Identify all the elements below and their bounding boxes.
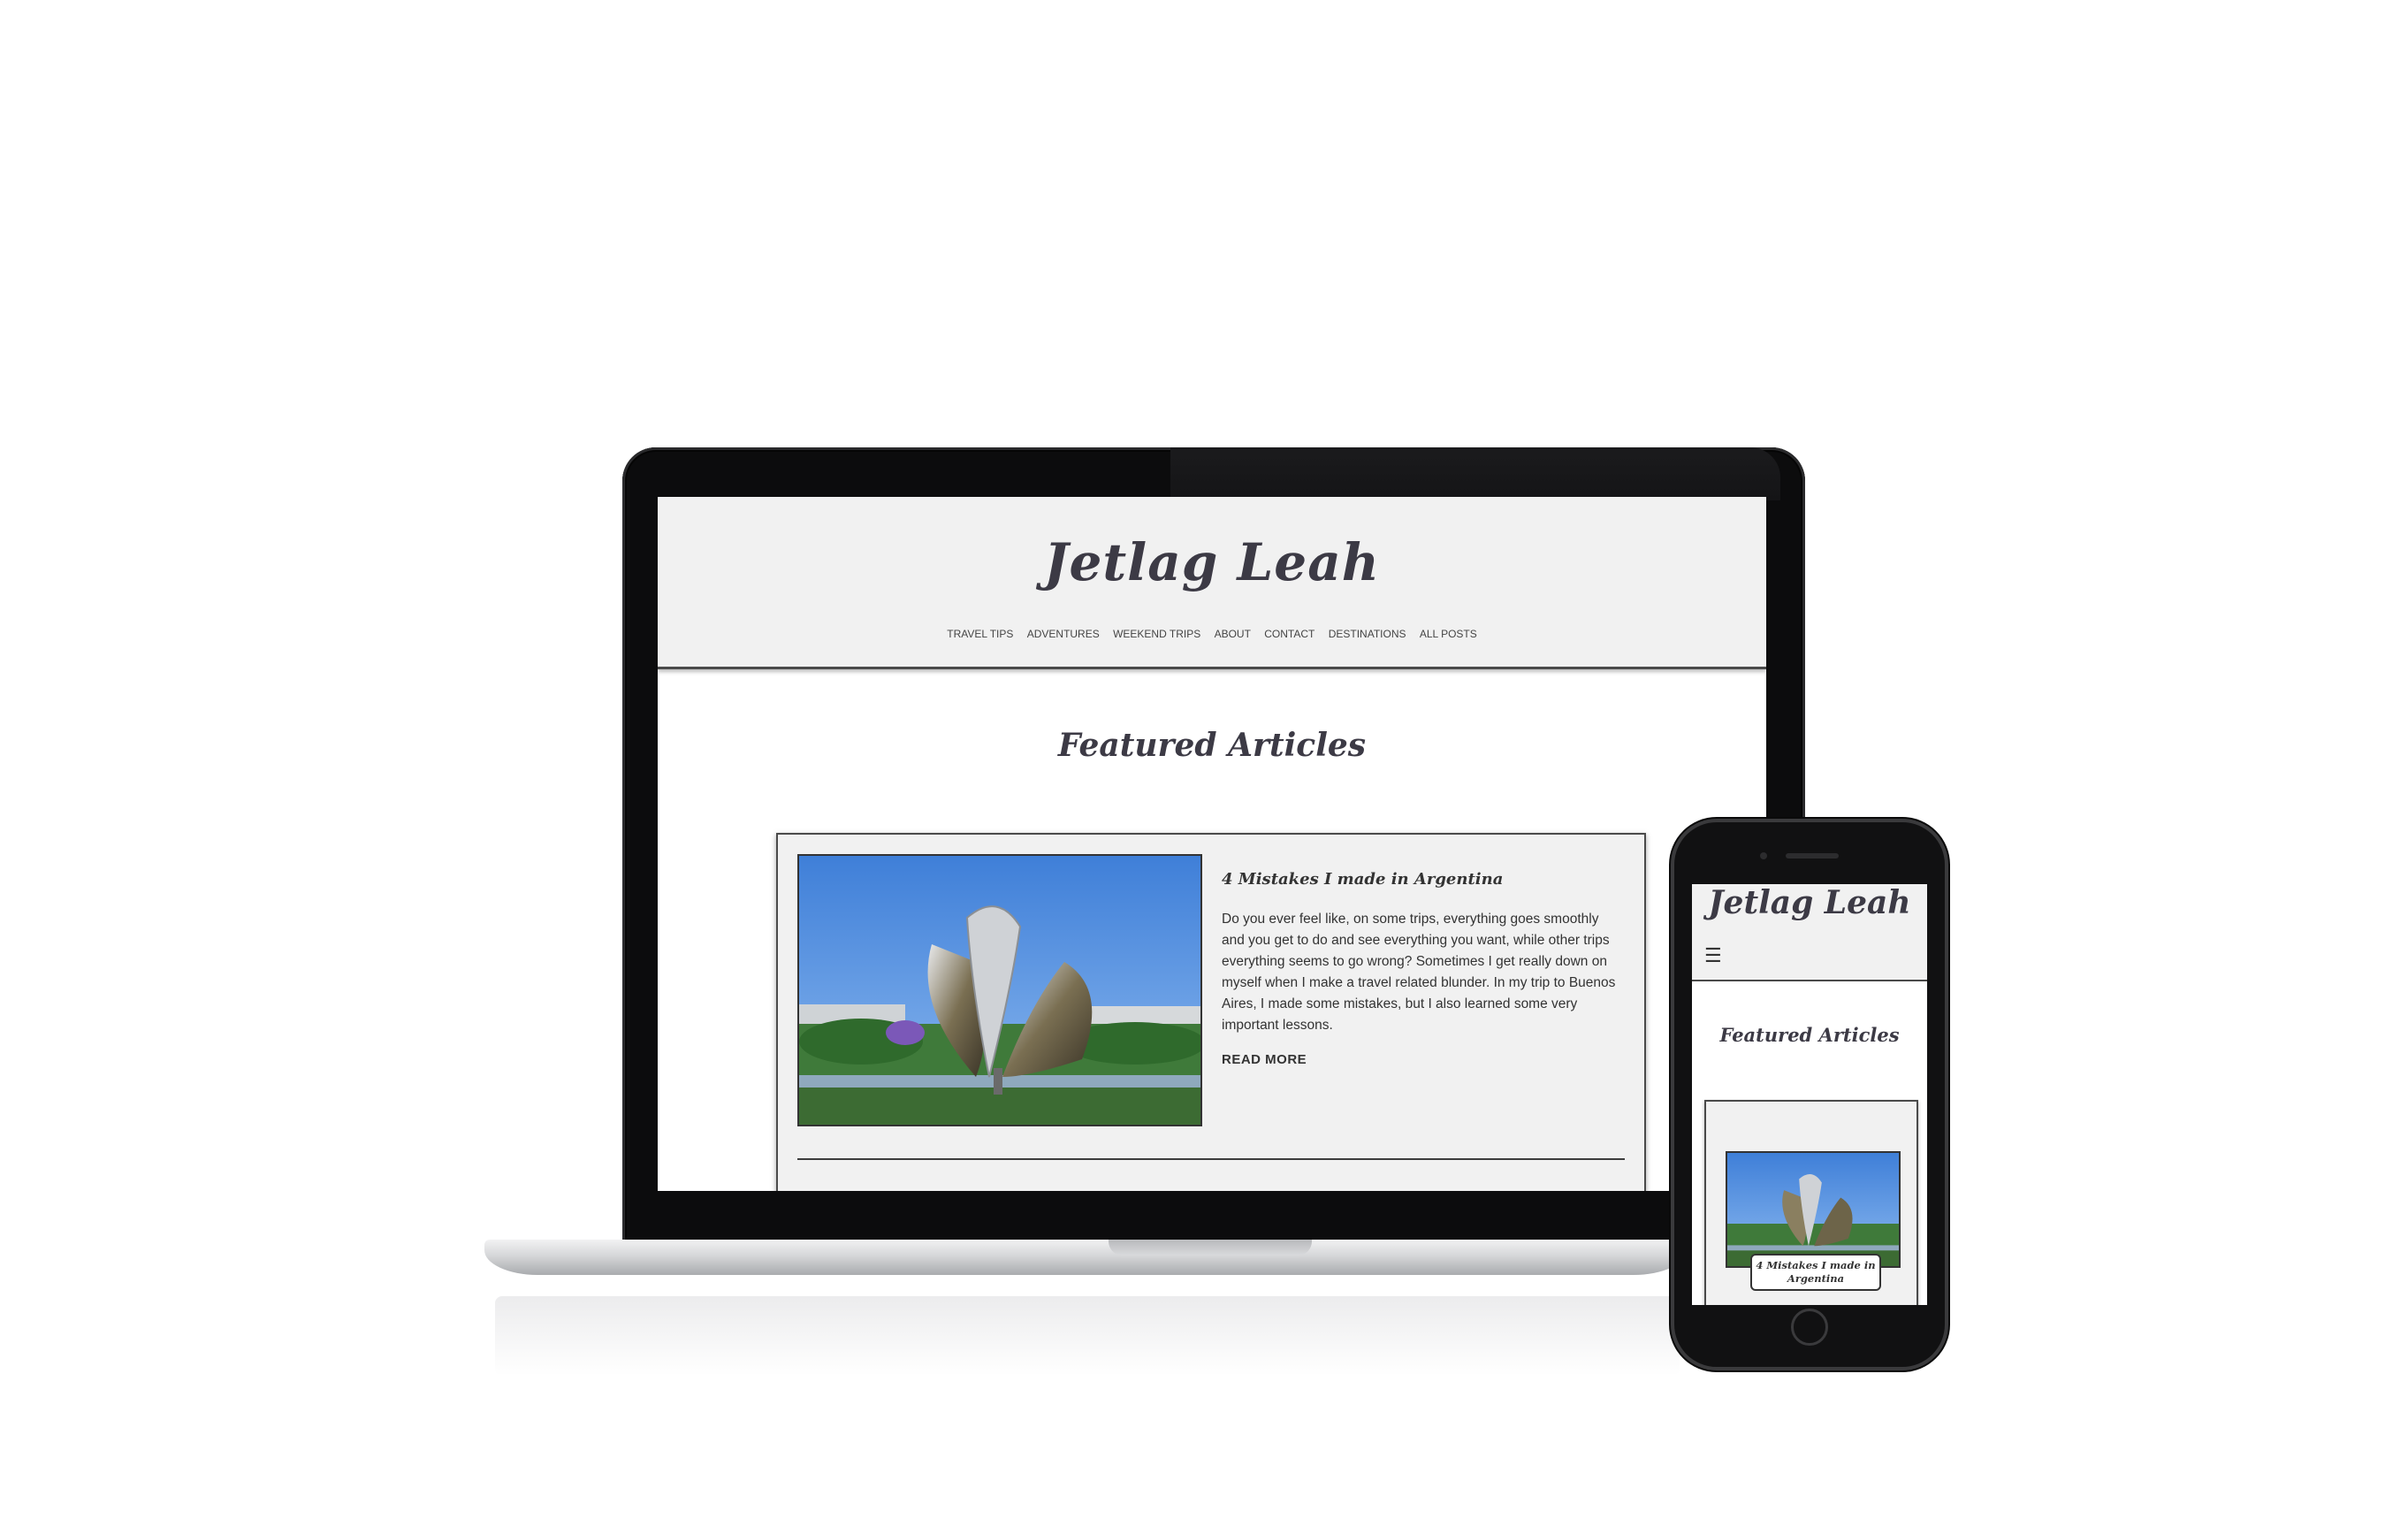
laptop-notch: [1109, 1240, 1312, 1255]
read-more-link[interactable]: READ MORE: [1222, 1052, 1307, 1067]
phone-speaker: [1786, 853, 1839, 859]
mobile-header: Jetlag Leah ☰: [1692, 884, 1927, 981]
article-divider: [797, 1158, 1625, 1160]
mobile-logo[interactable]: Jetlag Leah: [1692, 884, 1927, 921]
nav-item-all-posts[interactable]: ALL POSTS: [1420, 628, 1477, 640]
phone-home-button[interactable]: [1791, 1309, 1828, 1346]
laptop-bezel: [658, 1191, 1766, 1225]
phone-camera: [1760, 852, 1767, 859]
device-mockup-stage: Jetlag Leah TRAVEL TIPS ADVENTURES WEEKE…: [0, 0, 2408, 1534]
mobile-article-image[interactable]: [1726, 1151, 1901, 1268]
nav-item-travel-tips[interactable]: TRAVEL TIPS: [947, 628, 1013, 640]
laptop-reflection: [495, 1296, 1680, 1376]
site-header: Jetlag Leah TRAVEL TIPS ADVENTURES WEEKE…: [658, 497, 1766, 669]
nav-item-contact[interactable]: CONTACT: [1264, 628, 1314, 640]
featured-heading: Featured Articles: [1057, 727, 1367, 764]
article-title[interactable]: 4 Mistakes I made in Argentina: [1222, 870, 1503, 889]
hamburger-icon[interactable]: ☰: [1704, 944, 1722, 967]
article-image[interactable]: [797, 854, 1202, 1126]
article-excerpt: Do you ever feel like, on some trips, ev…: [1222, 912, 1616, 1033]
nav-item-destinations[interactable]: DESTINATIONS: [1329, 628, 1406, 640]
phone-screen: Jetlag Leah ☰ Featured Articles 4 Mistak…: [1692, 884, 1927, 1305]
nav-item-weekend-trips[interactable]: WEEKEND TRIPS: [1113, 628, 1200, 640]
mobile-article-card[interactable]: 4 Mistakes I made in Argentina: [1704, 1100, 1918, 1305]
mobile-article-title[interactable]: 4 Mistakes I made in Argentina: [1750, 1254, 1881, 1291]
nav-item-adventures[interactable]: ADVENTURES: [1027, 628, 1100, 640]
nav-item-about[interactable]: ABOUT: [1215, 628, 1251, 640]
site-nav: TRAVEL TIPS ADVENTURES WEEKEND TRIPS ABO…: [658, 628, 1766, 640]
site-logo[interactable]: Jetlag Leah: [658, 532, 1766, 592]
laptop-screen: Jetlag Leah TRAVEL TIPS ADVENTURES WEEKE…: [658, 497, 1766, 1191]
mobile-featured-heading: Featured Articles: [1719, 1024, 1900, 1046]
laptop-base: [484, 1240, 1687, 1275]
article-card: 4 Mistakes I made in Argentina Do you ev…: [776, 833, 1646, 1191]
